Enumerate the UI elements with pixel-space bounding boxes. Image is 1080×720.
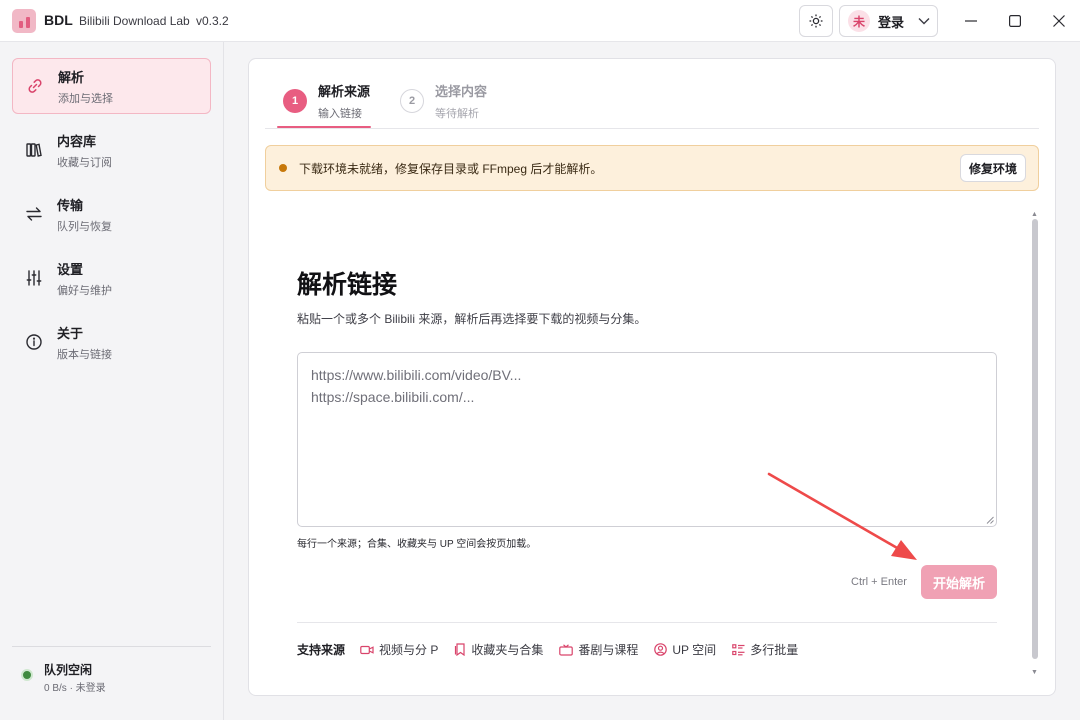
resize-handle-icon[interactable]: [986, 516, 994, 524]
login-label: 登录: [878, 14, 905, 30]
scroll-down-icon[interactable]: ▼: [1031, 669, 1038, 676]
sidebar-item-title: 关于: [57, 325, 84, 341]
input-hint: 每行一个来源；合集、收藏夹与 UP 空间会按页加载。: [297, 539, 537, 550]
step-parse-source[interactable]: 1 解析来源 输入链接: [283, 81, 370, 121]
source-label: 番剧与课程: [578, 643, 639, 657]
sidebar-item-subtitle: 偏好与维护: [57, 284, 112, 297]
close-button[interactable]: [1044, 7, 1074, 35]
scrollbar[interactable]: ▲ ▼: [1031, 211, 1039, 679]
warning-dot-icon: [279, 164, 287, 172]
active-step-indicator: [277, 126, 371, 128]
supported-sources-label: 支持来源: [297, 643, 346, 657]
scroll-up-icon[interactable]: ▲: [1031, 211, 1038, 218]
sidebar-item-subtitle: 队列与恢复: [57, 220, 112, 233]
sidebar: 解析 添加与选择 内容库 收藏与订阅 传输 队列与恢复 设置 偏好与维护 关于 …: [0, 42, 224, 720]
queue-status-title: 队列空闲: [44, 663, 93, 677]
source-bangumi: 番剧与课程: [559, 641, 638, 658]
sidebar-item-transfer[interactable]: 传输 队列与恢复: [12, 186, 211, 242]
sidebar-item-title: 解析: [58, 69, 85, 85]
main-card: 1 解析来源 输入链接 2 选择内容 等待解析 下载环境未就绪，修复保存目录或 …: [248, 58, 1056, 696]
link-icon: [25, 76, 45, 96]
app-short-name: BDL: [44, 12, 73, 28]
steps-divider: [265, 128, 1039, 129]
login-button[interactable]: 未 登录: [839, 5, 938, 37]
step-subtitle: 等待解析: [435, 108, 479, 120]
annotation-arrow-icon: [767, 472, 917, 560]
sidebar-item-subtitle: 添加与选择: [58, 92, 113, 105]
maximize-icon: [1009, 15, 1021, 27]
minimize-button[interactable]: [956, 7, 986, 35]
title-bar: BDL Bilibili Download Lab v0.3.2 未 登录: [0, 0, 1080, 42]
source-label: 多行批量: [750, 643, 799, 657]
bookmark-icon: [455, 643, 465, 656]
app-full-name: Bilibili Download Lab: [79, 14, 190, 28]
app-version: v0.3.2: [196, 14, 229, 28]
sidebar-item-title: 设置: [57, 261, 84, 277]
sidebar-item-library[interactable]: 内容库 收藏与订阅: [12, 122, 211, 178]
avatar: 未: [848, 10, 870, 32]
sources-divider: [297, 622, 997, 623]
source-video: 视频与分 P: [360, 641, 438, 658]
sidebar-item-about[interactable]: 关于 版本与链接: [12, 314, 211, 370]
source-up-space: UP 空间: [654, 641, 716, 658]
info-icon: [24, 332, 44, 352]
source-label: UP 空间: [672, 643, 717, 657]
sidebar-item-subtitle: 收藏与订阅: [57, 156, 112, 169]
sun-icon: [809, 14, 823, 28]
sidebar-item-title: 传输: [57, 197, 84, 213]
video-icon: [360, 645, 374, 654]
status-dot: [21, 669, 33, 681]
placeholder-line: https://space.bilibili.com/...: [311, 389, 475, 405]
user-icon: [654, 643, 668, 656]
tv-icon: [559, 643, 574, 656]
step-select-content[interactable]: 2 选择内容 等待解析: [400, 81, 487, 121]
step-title: 选择内容: [435, 84, 488, 99]
sidebar-item-subtitle: 版本与链接: [57, 348, 112, 361]
queue-status-subtitle: 0 B/s · 未登录: [44, 683, 106, 694]
scroll-thumb[interactable]: [1032, 219, 1038, 659]
page-title: 解析链接: [297, 271, 398, 299]
transfer-icon: [24, 204, 44, 224]
page-description: 粘贴一个或多个 Bilibili 来源，解析后再选择要下载的视频与分集。: [297, 312, 647, 326]
placeholder-line: https://www.bilibili.com/video/BV...: [311, 367, 522, 383]
sidebar-item-title: 内容库: [57, 133, 97, 149]
app-logo-icon: [12, 9, 36, 33]
warning-text: 下载环境未就绪，修复保存目录或 FFmpeg 后才能解析。: [299, 161, 603, 176]
step-title: 解析来源: [318, 84, 371, 99]
step-number: 2: [400, 89, 424, 113]
supported-sources: 支持来源 视频与分 P 收藏夹与合集 番剧与课程 UP 空间 多行批量: [297, 641, 814, 658]
maximize-button[interactable]: [1000, 7, 1030, 35]
fix-environment-button[interactable]: 修复环境: [959, 154, 1026, 182]
shortcut-hint: Ctrl + Enter: [851, 576, 907, 588]
source-batch: 多行批量: [732, 641, 798, 658]
sidebar-divider: [12, 646, 211, 647]
environment-warning: 下载环境未就绪，修复保存目录或 FFmpeg 后才能解析。 修复环境: [265, 145, 1039, 191]
step-subtitle: 输入链接: [318, 108, 362, 120]
theme-toggle-button[interactable]: [799, 5, 833, 37]
source-label: 收藏夹与合集: [471, 643, 544, 657]
source-label: 视频与分 P: [379, 643, 439, 657]
minimize-icon: [965, 20, 977, 22]
list-icon: [732, 643, 745, 655]
sliders-icon: [24, 268, 44, 288]
chevron-down-icon: [918, 18, 930, 25]
close-icon: [1053, 15, 1065, 27]
sidebar-item-parse[interactable]: 解析 添加与选择: [12, 58, 211, 114]
sidebar-item-settings[interactable]: 设置 偏好与维护: [12, 250, 211, 306]
source-favorites: 收藏夹与合集: [454, 641, 543, 658]
start-parse-button[interactable]: 开始解析: [921, 565, 997, 599]
step-number: 1: [283, 89, 307, 113]
library-icon: [24, 140, 44, 160]
